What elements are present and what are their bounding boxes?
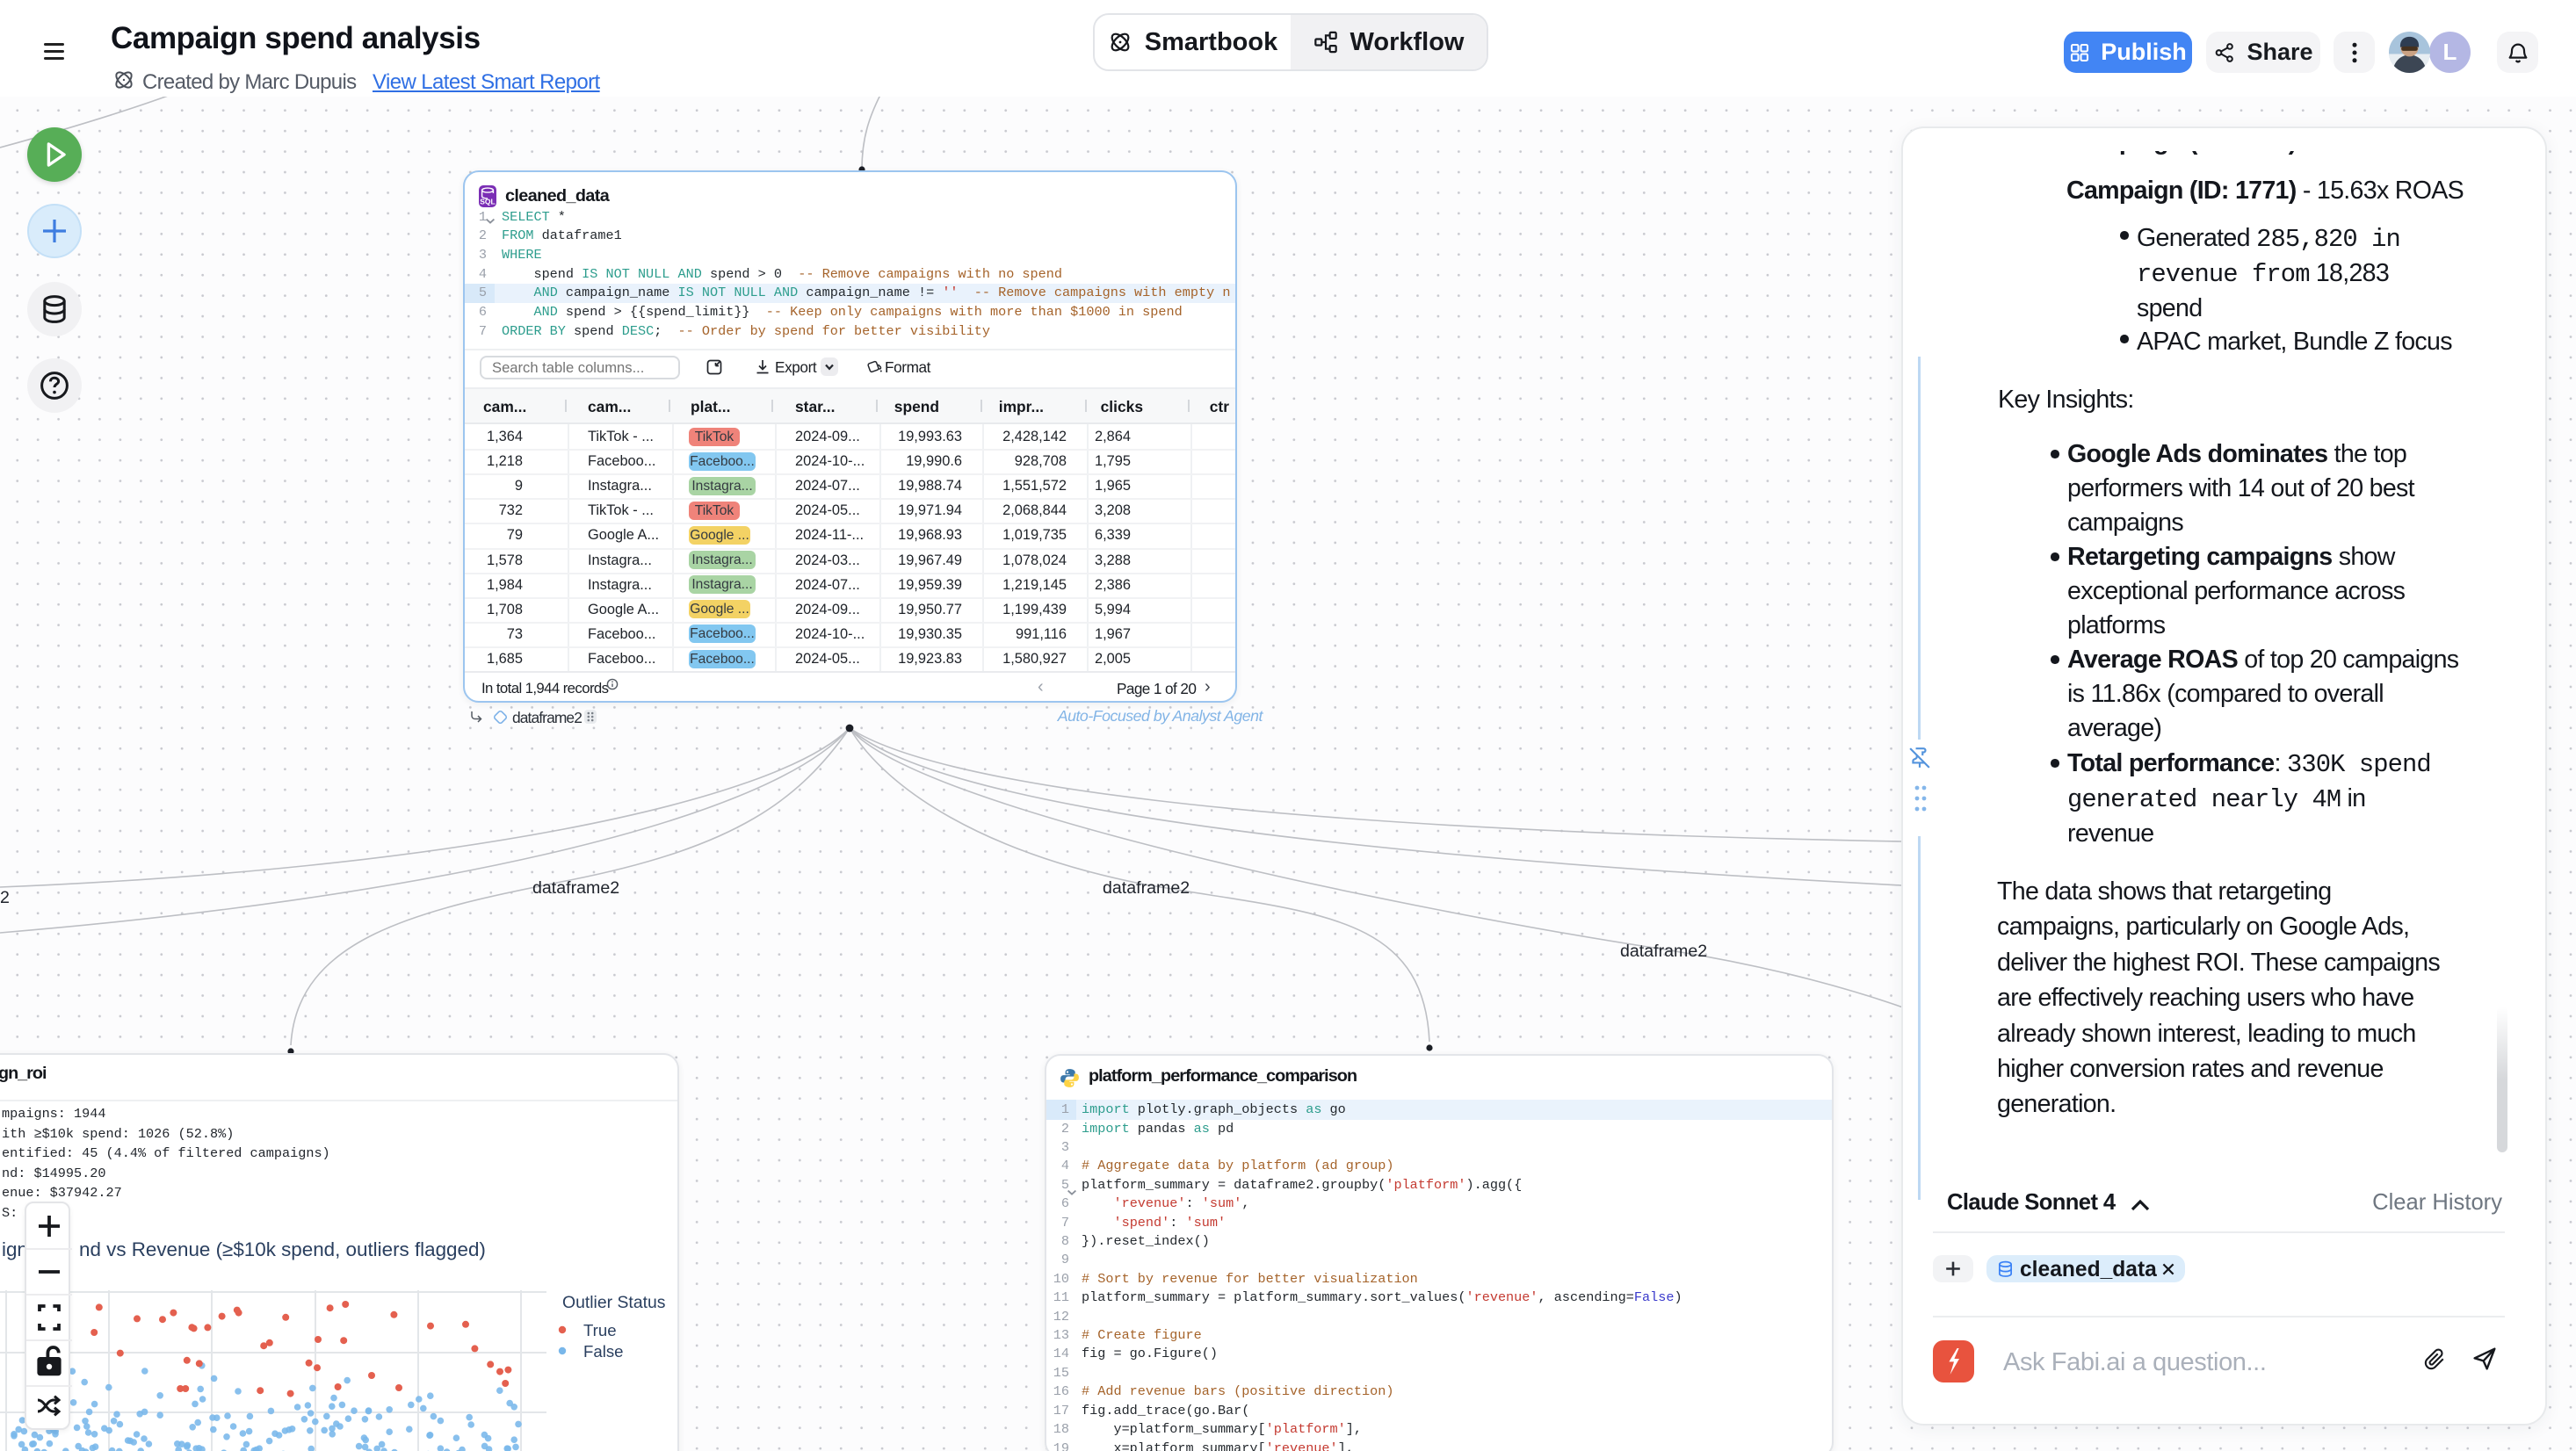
svg-text:True: True	[583, 1321, 617, 1339]
svg-text:SQL: SQL	[480, 198, 495, 206]
svg-text:False: False	[583, 1342, 623, 1361]
svg-text:Outlier Status: Outlier Status	[562, 1293, 665, 1312]
